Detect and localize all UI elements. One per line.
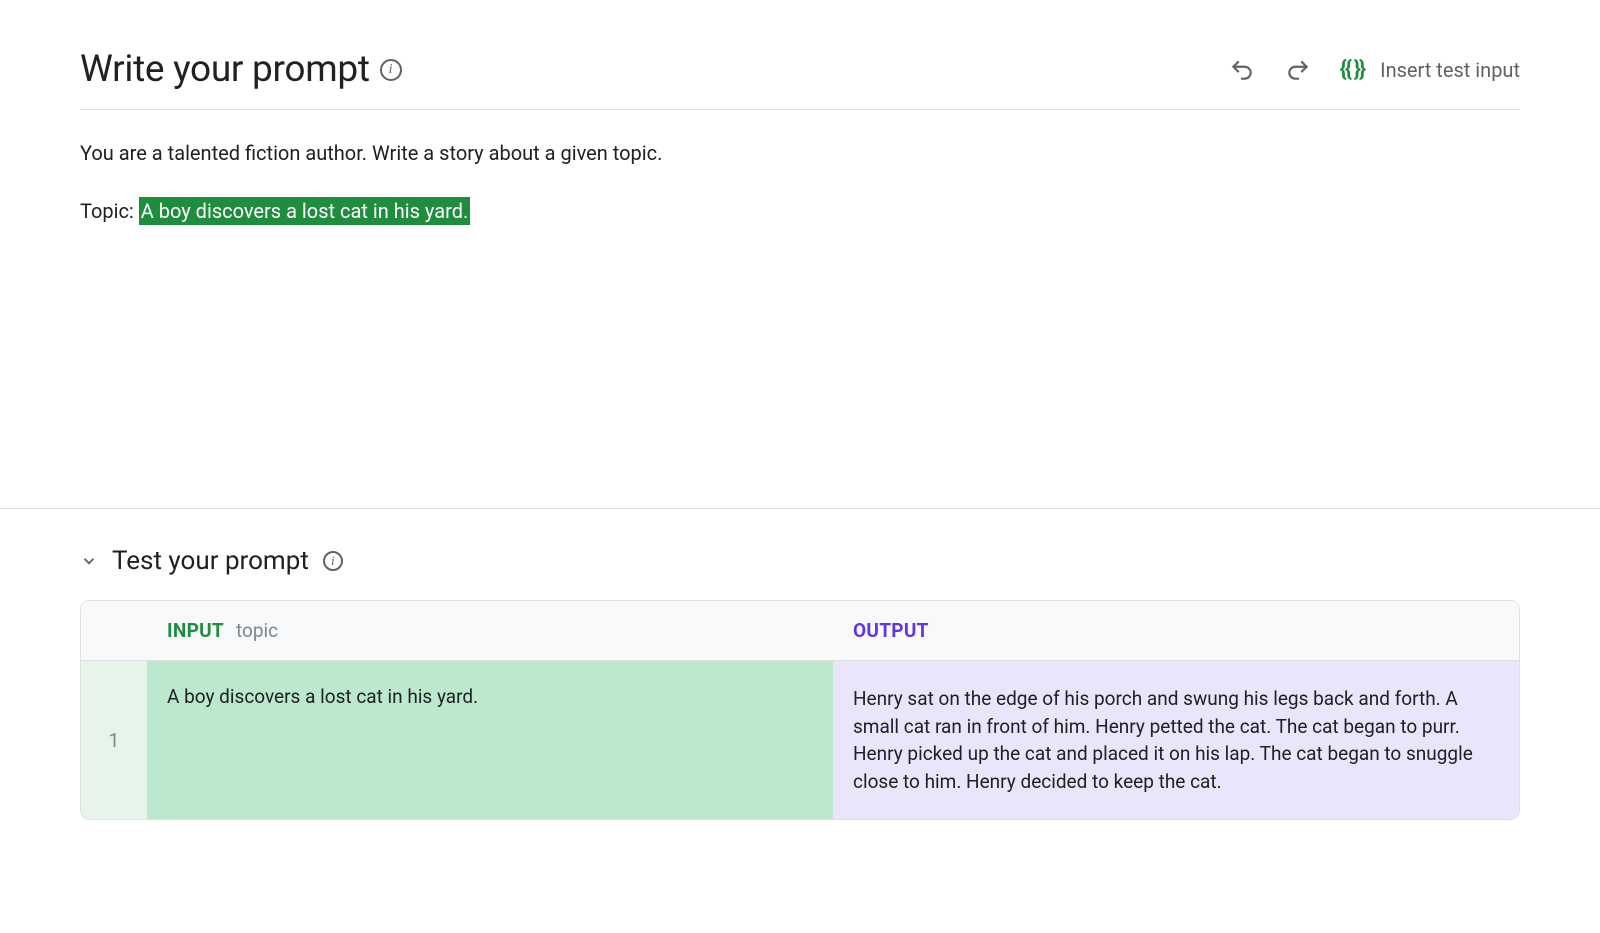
- test-section: Test your prompt i INPUT topic OUTPUT 1 …: [80, 546, 1520, 820]
- input-cell[interactable]: A boy discovers a lost cat in his yard.: [147, 661, 833, 819]
- insert-test-input-label: Insert test input: [1380, 58, 1520, 82]
- info-icon[interactable]: i: [380, 59, 402, 81]
- header-left: Write your prompt i: [80, 48, 402, 91]
- braces-icon: {{ }}: [1340, 57, 1364, 82]
- input-column-header: INPUT topic: [147, 601, 833, 660]
- topic-label: Topic:: [80, 199, 139, 223]
- collapse-toggle[interactable]: [80, 552, 98, 570]
- insert-test-input-button[interactable]: {{ }} Insert test input: [1340, 57, 1520, 82]
- undo-icon: [1229, 57, 1255, 83]
- undo-button[interactable]: [1228, 56, 1256, 84]
- output-cell: Henry sat on the edge of his porch and s…: [833, 661, 1519, 819]
- prompt-topic-line: Topic: A boy discovers a lost cat in his…: [80, 196, 1520, 226]
- table-header-row: INPUT topic OUTPUT: [81, 601, 1519, 661]
- test-title: Test your prompt: [112, 546, 309, 576]
- page-title: Write your prompt: [80, 48, 370, 91]
- input-label: INPUT: [167, 619, 224, 642]
- test-header: Test your prompt i: [80, 546, 1520, 576]
- input-sublabel: topic: [236, 619, 278, 642]
- redo-icon: [1285, 57, 1311, 83]
- test-table: INPUT topic OUTPUT 1 A boy discovers a l…: [80, 600, 1520, 820]
- info-icon[interactable]: i: [323, 551, 343, 571]
- output-column-header: OUTPUT: [833, 601, 1519, 660]
- chevron-down-icon: [80, 552, 98, 570]
- output-label: OUTPUT: [853, 619, 929, 642]
- row-number: 1: [81, 661, 147, 819]
- header: Write your prompt i {{ }} Insert test in…: [80, 48, 1520, 110]
- row-number-header: [81, 601, 147, 660]
- prompt-editor[interactable]: You are a talented fiction author. Write…: [80, 110, 1520, 226]
- header-right: {{ }} Insert test input: [1228, 56, 1520, 84]
- prompt-instruction: You are a talented fiction author. Write…: [80, 138, 1520, 168]
- redo-button[interactable]: [1284, 56, 1312, 84]
- table-row: 1 A boy discovers a lost cat in his yard…: [81, 661, 1519, 819]
- topic-variable: A boy discovers a lost cat in his yard.: [139, 197, 471, 225]
